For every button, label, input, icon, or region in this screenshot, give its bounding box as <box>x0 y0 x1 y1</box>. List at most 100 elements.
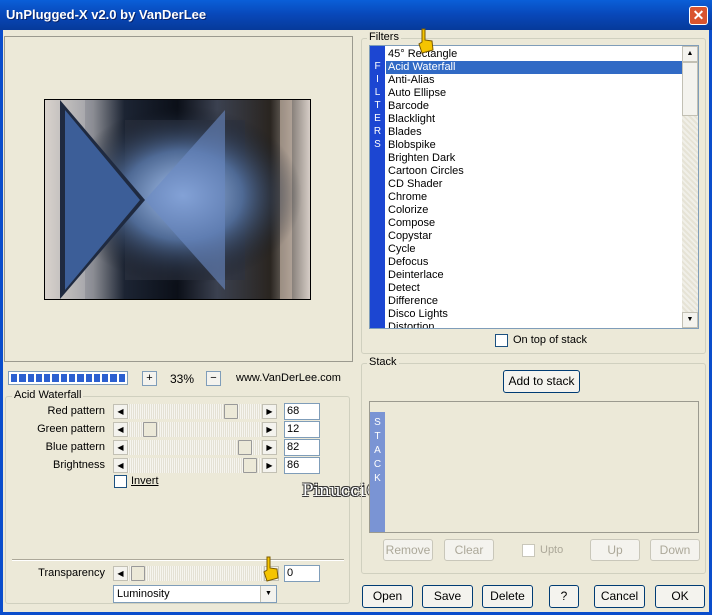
progress-bar <box>8 371 128 385</box>
filter-list-item[interactable]: Blobspike <box>386 139 682 152</box>
scroll-up-arrow[interactable]: ▲ <box>682 46 698 62</box>
stack-list[interactable]: STACK <box>369 401 699 533</box>
transparency-left-arrow[interactable]: ◀ <box>113 566 128 581</box>
filter-list-item[interactable]: Barcode <box>386 100 682 113</box>
zoom-in-button[interactable]: + <box>142 371 157 386</box>
slider-left-arrow[interactable]: ◀ <box>113 440 128 455</box>
zoom-out-button[interactable]: − <box>206 371 221 386</box>
on-top-of-stack-checkbox[interactable] <box>495 334 508 347</box>
progress-block <box>52 374 59 382</box>
close-button[interactable]: ✕ <box>689 6 708 25</box>
down-button[interactable]: Down <box>650 539 700 561</box>
slider-right-arrow[interactable]: ▶ <box>262 458 277 473</box>
filter-list-item[interactable]: CD Shader <box>386 178 682 191</box>
filter-list-item[interactable]: Blacklight <box>386 113 682 126</box>
progress-block <box>11 374 18 382</box>
on-top-of-stack-label: On top of stack <box>513 334 587 346</box>
upto-checkbox[interactable] <box>522 544 535 557</box>
clear-button[interactable]: Clear <box>444 539 494 561</box>
scroll-down-arrow[interactable]: ▼ <box>682 312 698 328</box>
filter-list-item[interactable]: Copystar <box>386 230 682 243</box>
parameter-slider[interactable] <box>128 458 262 473</box>
save-button[interactable]: Save <box>422 585 473 608</box>
slider-thumb[interactable] <box>224 404 238 419</box>
filter-list-item[interactable]: Detect <box>386 282 682 295</box>
slider-value[interactable]: 86 <box>284 457 320 474</box>
slider-value[interactable]: 82 <box>284 439 320 456</box>
filter-list-item[interactable]: Cycle <box>386 243 682 256</box>
progress-block <box>102 374 109 382</box>
progress-block <box>93 374 101 382</box>
pointer-hand-icon <box>418 28 434 54</box>
help-button[interactable]: ? <box>549 585 579 608</box>
ok-button[interactable]: OK <box>655 585 705 608</box>
filter-list-item[interactable]: Compose <box>386 217 682 230</box>
filter-list-scrollbar[interactable]: ▲ ▼ <box>682 46 698 328</box>
parameter-slider[interactable] <box>128 440 262 455</box>
filter-list-item[interactable]: Cartoon Circles <box>386 165 682 178</box>
filter-list-item[interactable]: Deinterlace <box>386 269 682 282</box>
filter-list-item[interactable]: Distortion <box>386 321 682 328</box>
filter-list[interactable]: FILTERS 45° Rectangle Acid Waterfall Anti-… <box>369 45 699 329</box>
transparency-slider-thumb[interactable] <box>131 566 145 581</box>
strip-letter: S <box>374 417 381 428</box>
progress-block <box>77 374 84 382</box>
slider-thumb[interactable] <box>238 440 252 455</box>
progress-block <box>118 374 125 382</box>
slider-left-arrow[interactable]: ◀ <box>113 422 128 437</box>
pointer-hand-icon <box>263 556 279 582</box>
progress-block <box>60 374 67 382</box>
filter-list-item[interactable]: Blades <box>386 126 682 139</box>
slider-label: Blue pattern <box>45 441 105 453</box>
filters-group-label: Filters <box>367 31 401 43</box>
progress-block <box>68 374 76 382</box>
title-bar: UnPlugged-X v2.0 by VanDerLee ✕ <box>0 0 712 30</box>
progress-block <box>35 374 43 382</box>
open-button[interactable]: Open <box>362 585 413 608</box>
slider-right-arrow[interactable]: ▶ <box>262 440 277 455</box>
slider-left-arrow[interactable]: ◀ <box>113 458 128 473</box>
filter-list-item[interactable]: Disco Lights <box>386 308 682 321</box>
filter-list-item[interactable]: Auto Ellipse <box>386 87 682 100</box>
slider-thumb[interactable] <box>243 458 257 473</box>
slider-right-arrow[interactable]: ▶ <box>262 404 277 419</box>
filter-list-item[interactable]: Defocus <box>386 256 682 269</box>
transparency-label: Transparency <box>38 567 105 579</box>
delete-button[interactable]: Delete <box>482 585 533 608</box>
scroll-thumb[interactable] <box>682 62 698 116</box>
slider-thumb[interactable] <box>143 422 157 437</box>
filter-list-item[interactable]: Anti-Alias <box>386 74 682 87</box>
slider-label: Green pattern <box>37 423 105 435</box>
slider-value[interactable]: 12 <box>284 421 320 438</box>
zoom-level: 33% <box>169 372 195 386</box>
slider-left-arrow[interactable]: ◀ <box>113 404 128 419</box>
progress-block <box>44 374 51 382</box>
transparency-slider[interactable] <box>128 566 264 581</box>
strip-letter: C <box>373 459 382 470</box>
filter-list-item[interactable]: Chrome <box>386 191 682 204</box>
remove-button[interactable]: Remove <box>383 539 433 561</box>
chevron-down-icon[interactable]: ▼ <box>260 586 276 602</box>
slider-right-arrow[interactable]: ▶ <box>262 422 277 437</box>
blend-mode-select[interactable]: Luminosity ▼ <box>113 585 277 603</box>
strip-letter: K <box>374 473 381 484</box>
filter-list-item[interactable]: Acid Waterfall <box>386 61 682 74</box>
progress-block <box>110 374 117 382</box>
progress-block <box>27 374 34 382</box>
invert-checkbox[interactable] <box>114 475 127 488</box>
vanderlee-link[interactable]: www.VanDerLee.com <box>236 372 341 384</box>
parameter-slider[interactable] <box>128 404 262 419</box>
add-to-stack-button[interactable]: Add to stack <box>503 370 580 393</box>
cancel-button[interactable]: Cancel <box>594 585 645 608</box>
filter-list-item[interactable]: Brighten Dark <box>386 152 682 165</box>
stack-group-label: Stack <box>367 356 399 368</box>
slider-value[interactable]: 68 <box>284 403 320 420</box>
progress-block <box>85 374 92 382</box>
parameter-slider[interactable] <box>128 422 262 437</box>
upto-label: Upto <box>540 544 564 556</box>
filter-list-item[interactable]: Difference <box>386 295 682 308</box>
strip-letter: T <box>374 431 381 442</box>
up-button[interactable]: Up <box>590 539 640 561</box>
transparency-value[interactable]: 0 <box>284 565 320 582</box>
filter-list-item[interactable]: Colorize <box>386 204 682 217</box>
